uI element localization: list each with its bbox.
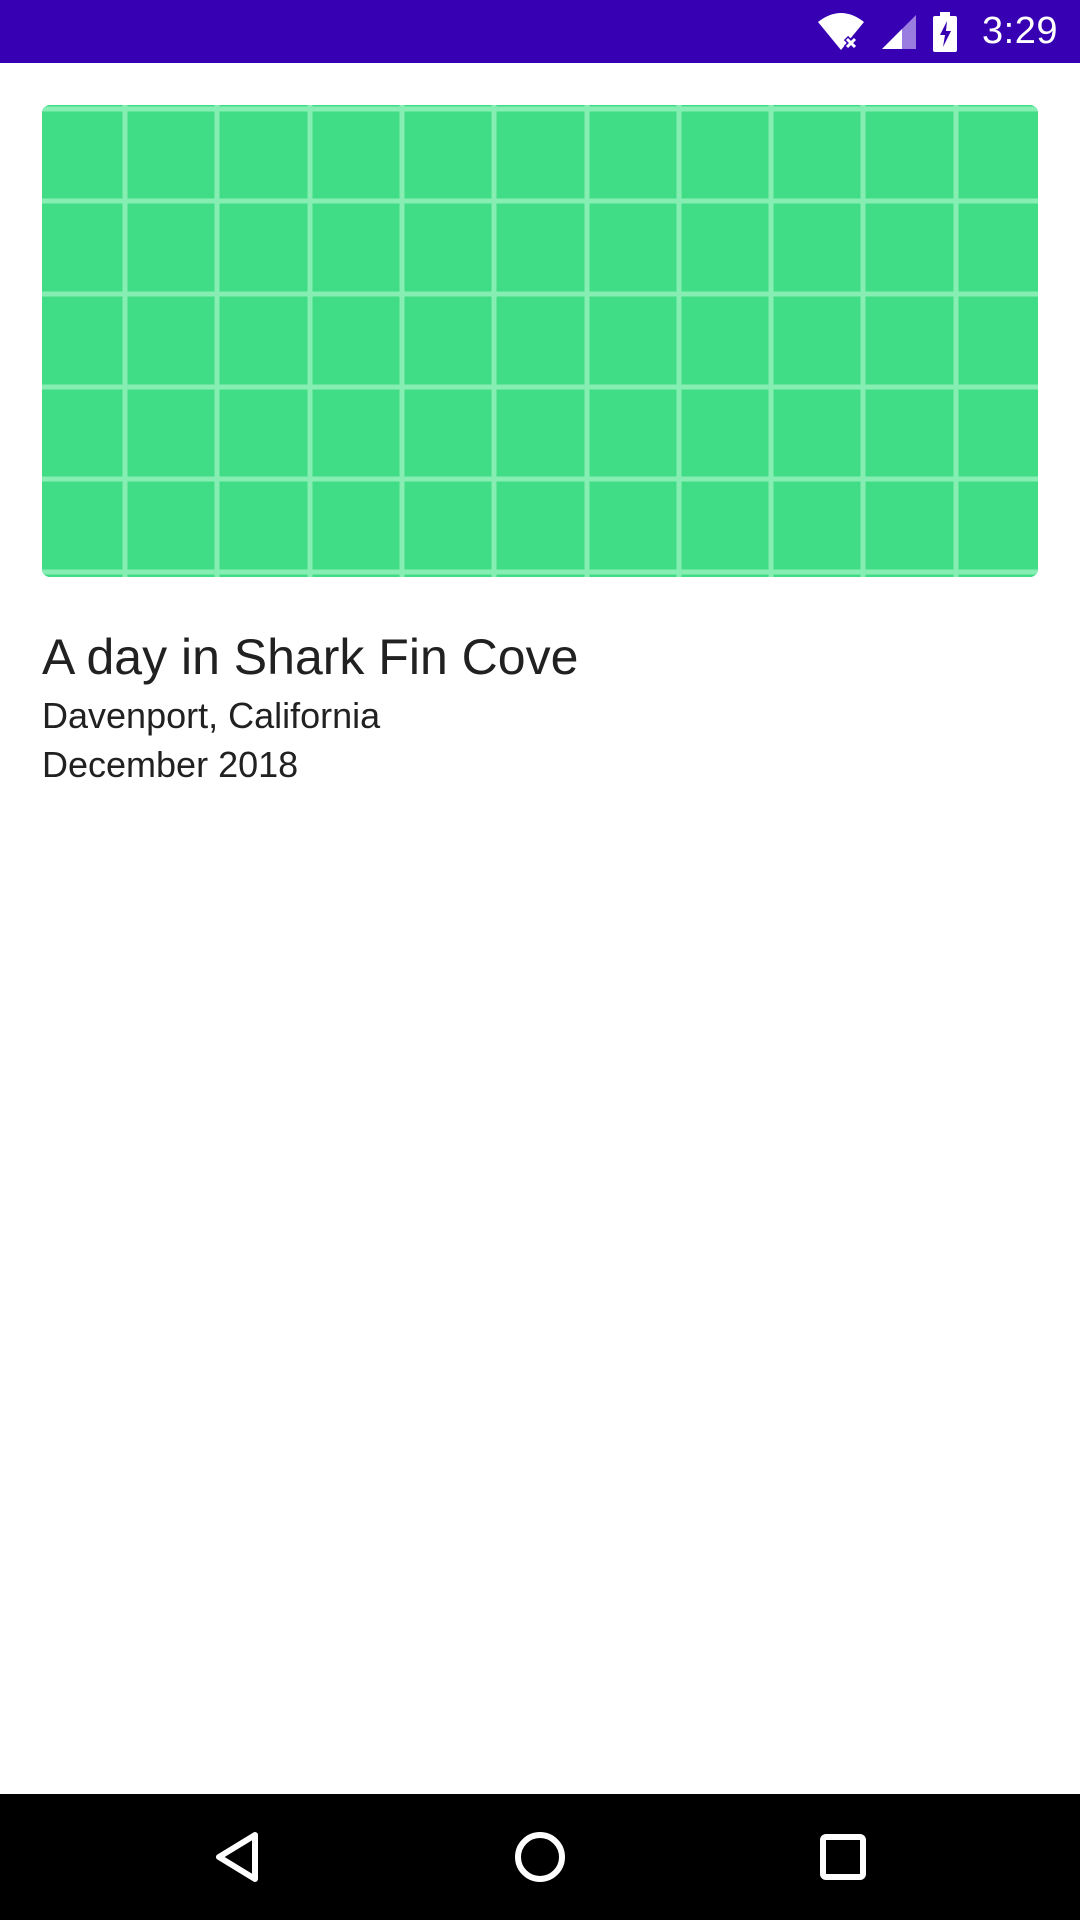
status-time: 3:29 (982, 10, 1058, 52)
card-image-placeholder[interactable] (42, 105, 1038, 577)
home-button[interactable] (500, 1817, 580, 1897)
home-icon (515, 1832, 565, 1882)
recents-icon (820, 1834, 866, 1880)
card-title: A day in Shark Fin Cove (42, 629, 579, 685)
status-icons: 3:29 (816, 10, 1058, 53)
main-content: A day in Shark Fin Cove Davenport, Calif… (0, 63, 1080, 1794)
battery-charging-icon (932, 11, 958, 52)
status-bar: 3:29 (0, 0, 1080, 63)
wifi-no-internet-icon (816, 12, 866, 52)
app-screen: 3:29 A day in Shark Fin Cove Davenport, … (0, 0, 1080, 1920)
cell-signal-icon (880, 13, 918, 51)
card-location: Davenport, California (42, 695, 381, 736)
grid-placeholder-graphic (42, 105, 1038, 577)
recents-button[interactable] (803, 1817, 883, 1897)
card-date: December 2018 (42, 744, 299, 785)
back-icon (216, 1832, 258, 1882)
navigation-bar (0, 1794, 1080, 1920)
back-button[interactable] (197, 1817, 277, 1897)
